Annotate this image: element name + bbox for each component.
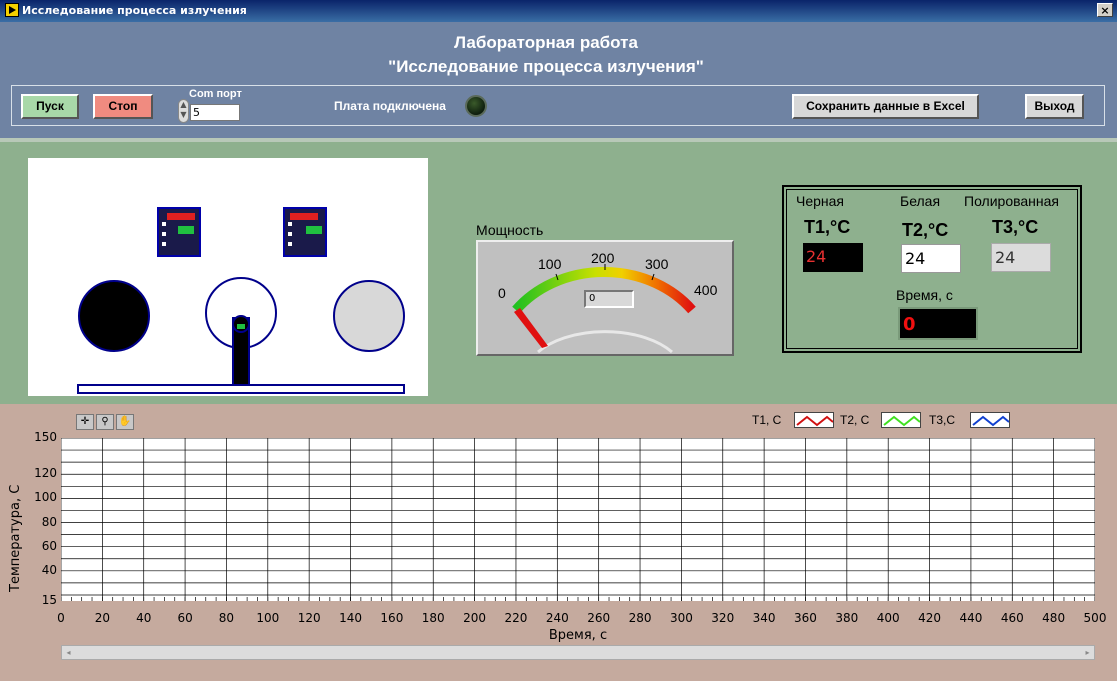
- window-title: Исследование процесса излучения: [22, 4, 247, 17]
- pan-hand-tool-icon[interactable]: ✋: [116, 414, 134, 430]
- meter-left-icon: [157, 207, 201, 257]
- y-axis-label: Температура, С: [8, 484, 23, 592]
- black-plate-icon: [78, 280, 150, 352]
- legend-t2-line: [883, 415, 921, 427]
- x-tick-label: 400: [876, 611, 900, 625]
- x-tick-label: 300: [669, 611, 693, 625]
- y-tick-label: 60: [41, 538, 57, 553]
- window-titlebar: Исследование процесса излучения ×: [0, 0, 1117, 22]
- board-connected-led-icon: [465, 95, 487, 117]
- x-tick-label: 40: [136, 611, 152, 625]
- x-tick-label: 380: [835, 611, 859, 625]
- save-excel-button[interactable]: Сохранить данные в Excel: [792, 94, 979, 119]
- power-gauge: 0 100 200 300 400 0: [476, 240, 734, 356]
- y-tick-label: 120: [34, 466, 57, 481]
- power-label: Мощность: [476, 222, 544, 238]
- x-tick-label: 160: [380, 611, 404, 625]
- x-tick-label: 460: [1000, 611, 1024, 625]
- scroll-left-arrow-icon[interactable]: ◂: [62, 646, 75, 659]
- x-tick-label: 120: [297, 611, 321, 625]
- black-label: Черная: [796, 193, 845, 209]
- labview-app-icon: [5, 3, 19, 17]
- chart-horizontal-scrollbar[interactable]: ◂ ▸: [61, 645, 1095, 660]
- x-tick-label: 480: [1042, 611, 1066, 625]
- x-tick-label: 80: [218, 611, 235, 625]
- x-tick-label: 140: [339, 611, 362, 625]
- exit-button[interactable]: Выход: [1025, 94, 1084, 119]
- apparatus-svg: [77, 207, 405, 394]
- gauge-tick-label-0: 0: [498, 285, 506, 301]
- legend-t1-label: T1, C: [752, 413, 782, 427]
- control-bar: Пуск Стоп Com порт ▲ ▼ 5 Плата подключена…: [11, 85, 1105, 126]
- com-port-label: Com порт: [189, 88, 242, 100]
- legend-t2-swatch[interactable]: [881, 412, 921, 428]
- y-tick-label: 40: [41, 562, 57, 577]
- legend-t2-label: T2, C: [840, 413, 870, 427]
- time-value-display: 0: [898, 307, 978, 340]
- start-button[interactable]: Пуск: [21, 94, 79, 119]
- x-tick-label: 200: [463, 611, 487, 625]
- t2-label: Т2,°С: [902, 220, 949, 240]
- com-port-stepper[interactable]: ▲ ▼: [178, 99, 189, 123]
- x-tick-label: 0: [57, 611, 65, 625]
- t1-label: Т1,°С: [804, 217, 851, 237]
- gauge-digital-display: 0: [584, 290, 634, 308]
- x-tick-label: 100: [256, 611, 280, 625]
- legend-t1-swatch[interactable]: [794, 412, 834, 428]
- apparatus-diagram: [28, 158, 428, 396]
- x-tick-label: 280: [628, 611, 652, 625]
- gauge-tick-label-100: 100: [538, 256, 562, 272]
- x-tick-label: 420: [918, 611, 941, 625]
- y-tick-label: 15: [41, 593, 57, 607]
- polished-label: Полированная: [964, 193, 1059, 209]
- gauge-tick-label-300: 300: [645, 256, 669, 272]
- plot-area: [60, 437, 1096, 601]
- y-tick-label: 100: [34, 490, 57, 505]
- heater-icon: [232, 315, 250, 387]
- y-tick-label: 80: [41, 514, 57, 529]
- page-title-line1: Лабораторная работа: [454, 33, 638, 52]
- x-tick-label: 20: [94, 611, 110, 625]
- y-tick-label: 150: [34, 430, 57, 444]
- x-axis-label: Время, с: [548, 628, 608, 643]
- board-connected-label: Плата подключена: [334, 99, 446, 113]
- temperature-panel: Черная Белая Полированная Т1,°С Т2,°С Т3…: [782, 185, 1082, 353]
- x-tick-label: 60: [177, 611, 193, 625]
- com-port-input[interactable]: 5: [190, 104, 240, 121]
- x-tick-label: 240: [545, 611, 569, 625]
- t2-value-display: 24: [901, 244, 961, 273]
- meter-right-icon: [283, 207, 327, 257]
- x-tick-label: 320: [711, 611, 735, 625]
- zoom-tool-icon[interactable]: ⚲: [96, 414, 114, 430]
- x-tick-label: 260: [587, 611, 611, 625]
- x-tick-label: 500: [1083, 611, 1107, 625]
- scroll-right-arrow-icon[interactable]: ▸: [1081, 646, 1094, 659]
- x-tick-label: 440: [959, 611, 983, 625]
- legend-t3-swatch[interactable]: [970, 412, 1010, 428]
- gauge-inner-arc: [537, 330, 673, 354]
- crosshair-tool-icon[interactable]: ✛: [76, 414, 94, 430]
- plot-grid-svg: [60, 437, 1096, 601]
- time-label: Время, с: [896, 287, 953, 303]
- close-window-button[interactable]: ×: [1097, 3, 1113, 17]
- legend-t3-line: [972, 415, 1010, 427]
- legend-t1-line: [796, 415, 834, 427]
- t1-value-display: 24: [803, 243, 863, 272]
- x-tick-label: 340: [752, 611, 776, 625]
- page-title-line2: "Исследование процесса излучения": [388, 57, 704, 76]
- x-tick-label: 180: [421, 611, 445, 625]
- white-label: Белая: [900, 193, 941, 209]
- legend-t3-label: T3,C: [929, 413, 956, 427]
- x-tick-label: 220: [504, 611, 528, 625]
- base-stand-icon: [77, 384, 405, 394]
- t3-label: Т3,°С: [992, 217, 1039, 237]
- gauge-tick-label-200: 200: [591, 250, 615, 266]
- x-tick-label: 360: [794, 611, 817, 625]
- t3-value-display: 24: [991, 243, 1051, 272]
- gauge-needle-icon: [514, 308, 548, 348]
- polished-plate-icon: [333, 280, 405, 352]
- stop-button[interactable]: Стоп: [93, 94, 153, 119]
- gauge-tick-label-400: 400: [694, 282, 718, 298]
- header-panel: Лабораторная работа "Исследование процес…: [0, 22, 1117, 142]
